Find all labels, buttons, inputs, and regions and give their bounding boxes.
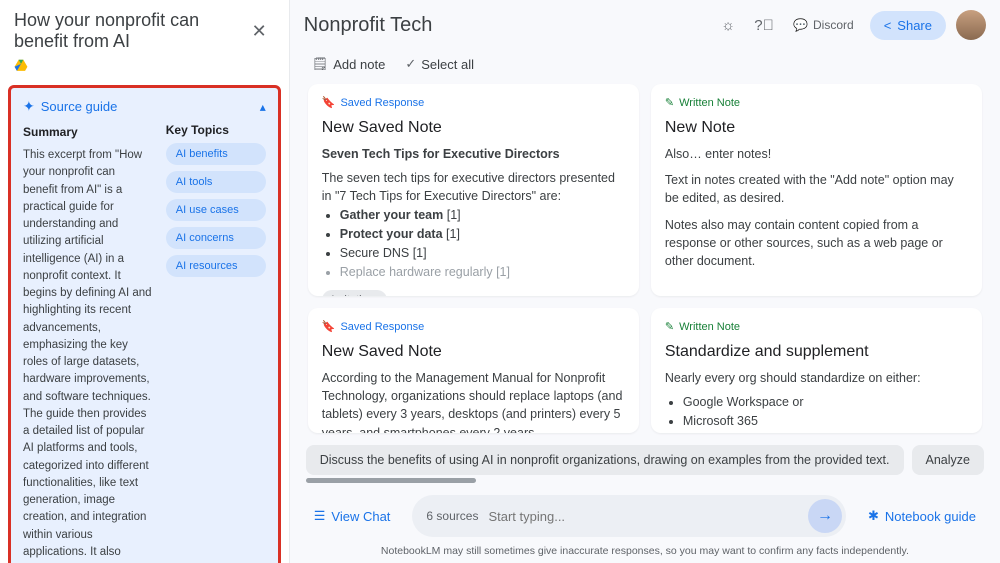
key-topics-heading: Key Topics [166, 123, 266, 137]
bullet-item: Microsoft 365 [683, 412, 968, 430]
bullet-item: Replace hardware regularly [1] [340, 263, 625, 281]
note-para: Notes also may contain content copied fr… [665, 216, 968, 270]
note-title: New Note [665, 116, 968, 139]
add-note-icon: 🗒 [312, 56, 329, 72]
topic-chip[interactable]: AI benefits [166, 143, 266, 165]
written-note-tag: ✎ Written Note [665, 320, 968, 336]
help-icon[interactable]: ?⃝ [751, 12, 777, 38]
notes-toolbar: 🗒 Add note ✓ Select all [290, 50, 1000, 80]
bookmark-icon: 🔖 [322, 96, 336, 112]
check-icon: ✓ [405, 56, 416, 72]
note-body: According to the Management Manual for N… [322, 369, 625, 433]
pencil-icon: ✎ [665, 320, 674, 336]
view-chat-label: View Chat [331, 509, 390, 524]
disclaimer-text: NotebookLM may still sometimes give inac… [290, 541, 1000, 563]
chat-icon: 💬 [793, 18, 808, 32]
note-body: The seven tech tips for executive direct… [322, 169, 625, 205]
left-header: How your nonprofit can benefit from AI ✕ [0, 0, 289, 58]
chat-input[interactable] [488, 501, 798, 532]
note-card-written[interactable]: ✎ Written Note New Note Also… enter note… [651, 84, 982, 296]
bullet-item: Secure DNS [1] [340, 244, 625, 262]
note-card-written[interactable]: ✎ Written Note Standardize and supplemen… [651, 308, 982, 433]
close-icon[interactable]: ✕ [244, 17, 275, 46]
note-title: Standardize and supplement [665, 340, 968, 363]
discord-label: Discord [813, 18, 854, 32]
user-avatar[interactable] [956, 10, 986, 40]
chevron-up-icon[interactable]: ▴ [260, 100, 266, 114]
suggestion-chip[interactable]: Analyze [912, 445, 984, 475]
note-title: New Saved Note [322, 116, 625, 139]
share-icon: < [884, 18, 892, 33]
share-label: Share [897, 18, 932, 33]
note-card-saved[interactable]: 🔖 Saved Response New Saved Note Accordin… [308, 308, 639, 433]
suggestion-scrollbar[interactable] [306, 478, 984, 483]
discord-link[interactable]: 💬 Discord [787, 14, 860, 36]
suggestion-chip[interactable]: Discuss the benefits of using AI in nonp… [306, 445, 904, 475]
chat-input-container: 6 sources → [412, 495, 846, 537]
scrollbar-thumb[interactable] [306, 478, 476, 483]
pencil-icon: ✎ [665, 96, 674, 112]
saved-response-tag: 🔖 Saved Response [322, 320, 625, 336]
topic-chip[interactable]: AI resources [166, 255, 266, 277]
sparkle-icon: ✦ [23, 98, 35, 115]
summary-text: This excerpt from "How your nonprofit ca… [23, 147, 152, 563]
chat-input-row: ☰ View Chat 6 sources → ✱ Notebook guide [290, 487, 1000, 541]
sources-count[interactable]: 6 sources [426, 509, 478, 523]
written-note-tag: ✎ Written Note [665, 96, 968, 112]
arrow-right-icon: → [817, 507, 833, 525]
share-button[interactable]: < Share [870, 11, 946, 40]
topic-chip[interactable]: AI concerns [166, 227, 266, 249]
summary-heading: Summary [23, 123, 152, 141]
select-all-button[interactable]: ✓ Select all [405, 56, 474, 72]
suggestion-row: Discuss the benefits of using AI in nonp… [290, 439, 1000, 487]
bullet-item: Protect your data [1] [340, 225, 625, 243]
source-summary: Summary This excerpt from "How your nonp… [23, 123, 152, 563]
bullet-item: Gather your team [1] [340, 206, 625, 224]
source-title: How your nonprofit can benefit from AI [14, 10, 244, 52]
note-para: Also… enter notes! [665, 145, 968, 163]
note-title: New Saved Note [322, 340, 625, 363]
left-source-pane: How your nonprofit can benefit from AI ✕… [0, 0, 290, 563]
notebook-header: Nonprofit Tech ☼ ?⃝ 💬 Discord < Share [290, 0, 1000, 50]
sparkle-icon: ✱ [868, 508, 879, 524]
bullet-item: Google Workspace or [683, 393, 968, 411]
topic-chip[interactable]: AI use cases [166, 199, 266, 221]
notes-grid: 🔖 Saved Response New Saved Note Seven Te… [290, 80, 1000, 439]
google-drive-icon [14, 58, 28, 72]
bookmark-icon: 🔖 [322, 320, 336, 336]
note-para: Text in notes created with the "Add note… [665, 171, 968, 207]
note-card-saved[interactable]: 🔖 Saved Response New Saved Note Seven Te… [308, 84, 639, 296]
source-guide-header[interactable]: ✦ Source guide ▴ [23, 98, 266, 115]
send-button[interactable]: → [808, 499, 842, 533]
view-chat-button[interactable]: ☰ View Chat [306, 502, 399, 530]
note-bullets: Google Workspace orMicrosoft 365 [665, 393, 968, 430]
key-topics: Key Topics AI benefits AI tools AI use c… [166, 123, 266, 563]
source-guide-label: Source guide [41, 99, 118, 114]
saved-response-tag: 🔖 Saved Response [322, 96, 625, 112]
appearance-icon[interactable]: ☼ [715, 12, 741, 38]
add-note-label: Add note [333, 57, 385, 72]
notebook-guide-button[interactable]: ✱ Notebook guide [860, 502, 984, 530]
drive-indicator [0, 58, 289, 81]
select-all-label: Select all [421, 57, 474, 72]
citation-chip[interactable]: 1 citations [322, 290, 388, 296]
add-note-button[interactable]: 🗒 Add note [312, 56, 386, 72]
note-body: Nearly every org should standardize on e… [665, 369, 968, 387]
note-subtitle: Seven Tech Tips for Executive Directors [322, 145, 625, 163]
notebook-title: Nonprofit Tech [304, 14, 705, 37]
topic-chip[interactable]: AI tools [166, 171, 266, 193]
right-notebook-pane: Nonprofit Tech ☼ ?⃝ 💬 Discord < Share 🗒 … [290, 0, 1000, 563]
note-bullets: Gather your team [1]Protect your data [1… [322, 206, 625, 282]
notebook-guide-label: Notebook guide [885, 509, 976, 524]
chat-lines-icon: ☰ [314, 508, 326, 524]
source-guide-highlight-box: ✦ Source guide ▴ Summary This excerpt fr… [8, 85, 281, 563]
